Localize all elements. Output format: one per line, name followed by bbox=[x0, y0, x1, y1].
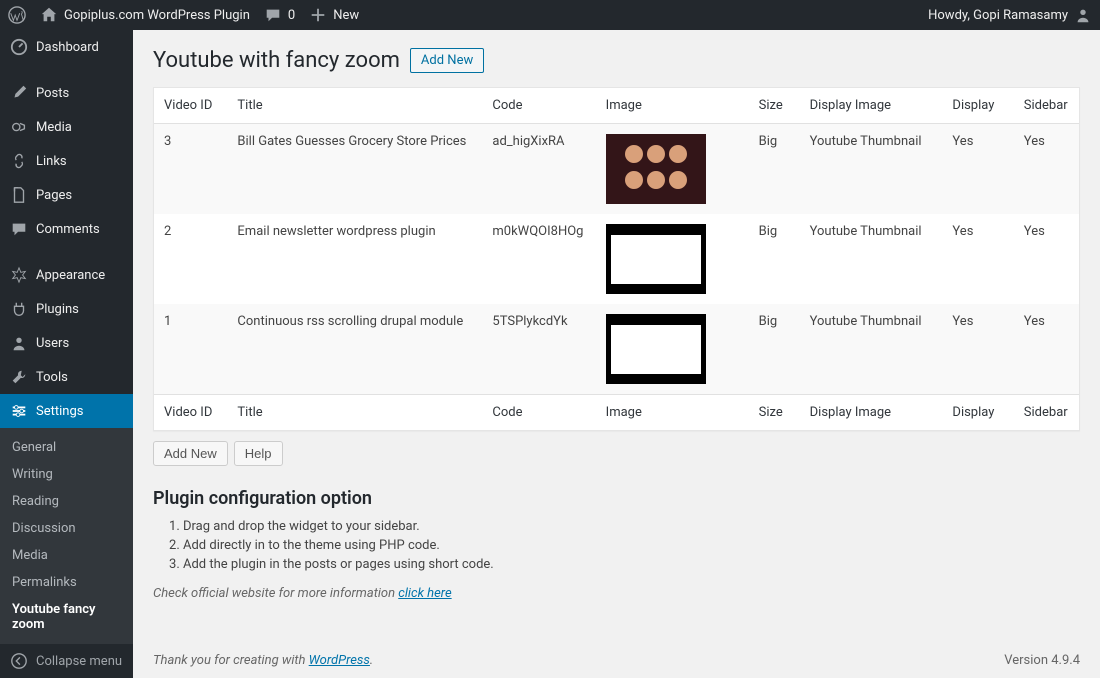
info-line: Check official website for more informat… bbox=[153, 586, 1080, 601]
footer: Thank you for creating with WordPress. V… bbox=[153, 653, 1080, 668]
cell-size: Big bbox=[749, 214, 800, 304]
cell-size: Big bbox=[749, 124, 800, 214]
site-title: Gopiplus.com WordPress Plugin bbox=[64, 8, 250, 23]
wp-logo[interactable] bbox=[8, 6, 26, 24]
th-title[interactable]: Title bbox=[227, 88, 482, 124]
collapse-menu[interactable]: Collapse menu bbox=[0, 644, 133, 678]
cell-display-image: Youtube Thumbnail bbox=[800, 124, 943, 214]
config-heading: Plugin configuration option bbox=[153, 488, 1080, 509]
th-image[interactable]: Image bbox=[596, 88, 749, 124]
tf-display[interactable]: Display bbox=[942, 394, 1013, 430]
submenu-reading[interactable]: Reading bbox=[0, 488, 133, 515]
submenu-discussion[interactable]: Discussion bbox=[0, 515, 133, 542]
cell-image bbox=[596, 124, 749, 214]
th-display[interactable]: Display bbox=[942, 88, 1013, 124]
cell-sidebar: Yes bbox=[1014, 304, 1079, 394]
cell-sidebar: Yes bbox=[1014, 124, 1079, 214]
video-thumbnail bbox=[606, 224, 706, 294]
cell-sidebar: Yes bbox=[1014, 214, 1079, 304]
config-list-item: Add the plugin in the posts or pages usi… bbox=[183, 557, 1080, 572]
menu-settings[interactable]: Settings bbox=[0, 394, 133, 428]
submenu-youtube-fancy-zoom[interactable]: Youtube fancy zoom bbox=[0, 596, 133, 638]
howdy-text: Howdy, Gopi Ramasamy bbox=[928, 8, 1068, 23]
cell-code: m0kWQOI8HOg bbox=[482, 214, 595, 304]
tf-title[interactable]: Title bbox=[227, 394, 482, 430]
tf-display-image[interactable]: Display Image bbox=[800, 394, 943, 430]
my-account[interactable]: Howdy, Gopi Ramasamy bbox=[928, 6, 1092, 24]
cell-video-id: 2 bbox=[154, 214, 227, 304]
config-list: Drag and drop the widget to your sidebar… bbox=[153, 519, 1080, 572]
table-row[interactable]: 1Continuous rss scrolling drupal module5… bbox=[154, 304, 1079, 394]
menu-tools[interactable]: Tools bbox=[0, 360, 133, 394]
cell-title: Continuous rss scrolling drupal module bbox=[227, 304, 482, 394]
menu-links[interactable]: Links bbox=[0, 144, 133, 178]
cell-image bbox=[596, 214, 749, 304]
cell-display: Yes bbox=[942, 304, 1013, 394]
video-thumbnail bbox=[606, 134, 706, 204]
config-list-item: Drag and drop the widget to your sidebar… bbox=[183, 519, 1080, 534]
cell-size: Big bbox=[749, 304, 800, 394]
menu-users[interactable]: Users bbox=[0, 326, 133, 360]
config-list-item: Add directly in to the theme using PHP c… bbox=[183, 538, 1080, 553]
video-thumbnail bbox=[606, 314, 706, 384]
comments-count: 0 bbox=[288, 8, 295, 23]
menu-dashboard[interactable]: Dashboard bbox=[0, 30, 133, 64]
page-title: Youtube with fancy zoom bbox=[153, 48, 400, 73]
site-link[interactable]: Gopiplus.com WordPress Plugin bbox=[40, 6, 250, 24]
cell-display-image: Youtube Thumbnail bbox=[800, 304, 943, 394]
admin-sidebar: Dashboard Posts Media Links Pages Commen… bbox=[0, 30, 133, 678]
table-row[interactable]: 3Bill Gates Guesses Grocery Store Prices… bbox=[154, 124, 1079, 214]
add-new-button[interactable]: Add New bbox=[153, 441, 228, 466]
main-content: Youtube with fancy zoom Add New Video ID… bbox=[133, 30, 1100, 678]
th-video-id[interactable]: Video ID bbox=[154, 88, 227, 124]
submenu-writing[interactable]: Writing bbox=[0, 461, 133, 488]
admin-bar: Gopiplus.com WordPress Plugin 0 New Howd… bbox=[0, 0, 1100, 30]
cell-title: Bill Gates Guesses Grocery Store Prices bbox=[227, 124, 482, 214]
tf-code[interactable]: Code bbox=[482, 394, 595, 430]
cell-video-id: 3 bbox=[154, 124, 227, 214]
new-label: New bbox=[333, 8, 359, 23]
cell-code: ad_higXixRA bbox=[482, 124, 595, 214]
cell-code: 5TSPlykcdYk bbox=[482, 304, 595, 394]
th-size[interactable]: Size bbox=[749, 88, 800, 124]
submenu-media[interactable]: Media bbox=[0, 542, 133, 569]
menu-appearance[interactable]: Appearance bbox=[0, 258, 133, 292]
table-row[interactable]: 2Email newsletter wordpress pluginm0kWQO… bbox=[154, 214, 1079, 304]
th-code[interactable]: Code bbox=[482, 88, 595, 124]
th-display-image[interactable]: Display Image bbox=[800, 88, 943, 124]
menu-posts[interactable]: Posts bbox=[0, 76, 133, 110]
submenu-general[interactable]: General bbox=[0, 434, 133, 461]
cell-title: Email newsletter wordpress plugin bbox=[227, 214, 482, 304]
comments-link[interactable]: 0 bbox=[264, 6, 295, 24]
tf-size[interactable]: Size bbox=[749, 394, 800, 430]
wordpress-link[interactable]: WordPress bbox=[309, 653, 370, 668]
click-here-link[interactable]: click here bbox=[398, 586, 451, 601]
cell-display: Yes bbox=[942, 214, 1013, 304]
tf-sidebar[interactable]: Sidebar bbox=[1014, 394, 1079, 430]
menu-media[interactable]: Media bbox=[0, 110, 133, 144]
th-sidebar[interactable]: Sidebar bbox=[1014, 88, 1079, 124]
menu-comments[interactable]: Comments bbox=[0, 212, 133, 246]
help-button[interactable]: Help bbox=[234, 441, 283, 466]
menu-pages[interactable]: Pages bbox=[0, 178, 133, 212]
tf-image[interactable]: Image bbox=[596, 394, 749, 430]
new-link[interactable]: New bbox=[309, 6, 359, 24]
menu-plugins[interactable]: Plugins bbox=[0, 292, 133, 326]
tf-video-id[interactable]: Video ID bbox=[154, 394, 227, 430]
add-new-top-button[interactable]: Add New bbox=[410, 48, 484, 73]
version-text: Version 4.9.4 bbox=[1004, 653, 1080, 668]
settings-submenu: General Writing Reading Discussion Media… bbox=[0, 428, 133, 644]
submenu-permalinks[interactable]: Permalinks bbox=[0, 569, 133, 596]
videos-table: Video ID Title Code Image Size Display I… bbox=[153, 87, 1080, 431]
cell-video-id: 1 bbox=[154, 304, 227, 394]
cell-display: Yes bbox=[942, 124, 1013, 214]
cell-image bbox=[596, 304, 749, 394]
cell-display-image: Youtube Thumbnail bbox=[800, 214, 943, 304]
